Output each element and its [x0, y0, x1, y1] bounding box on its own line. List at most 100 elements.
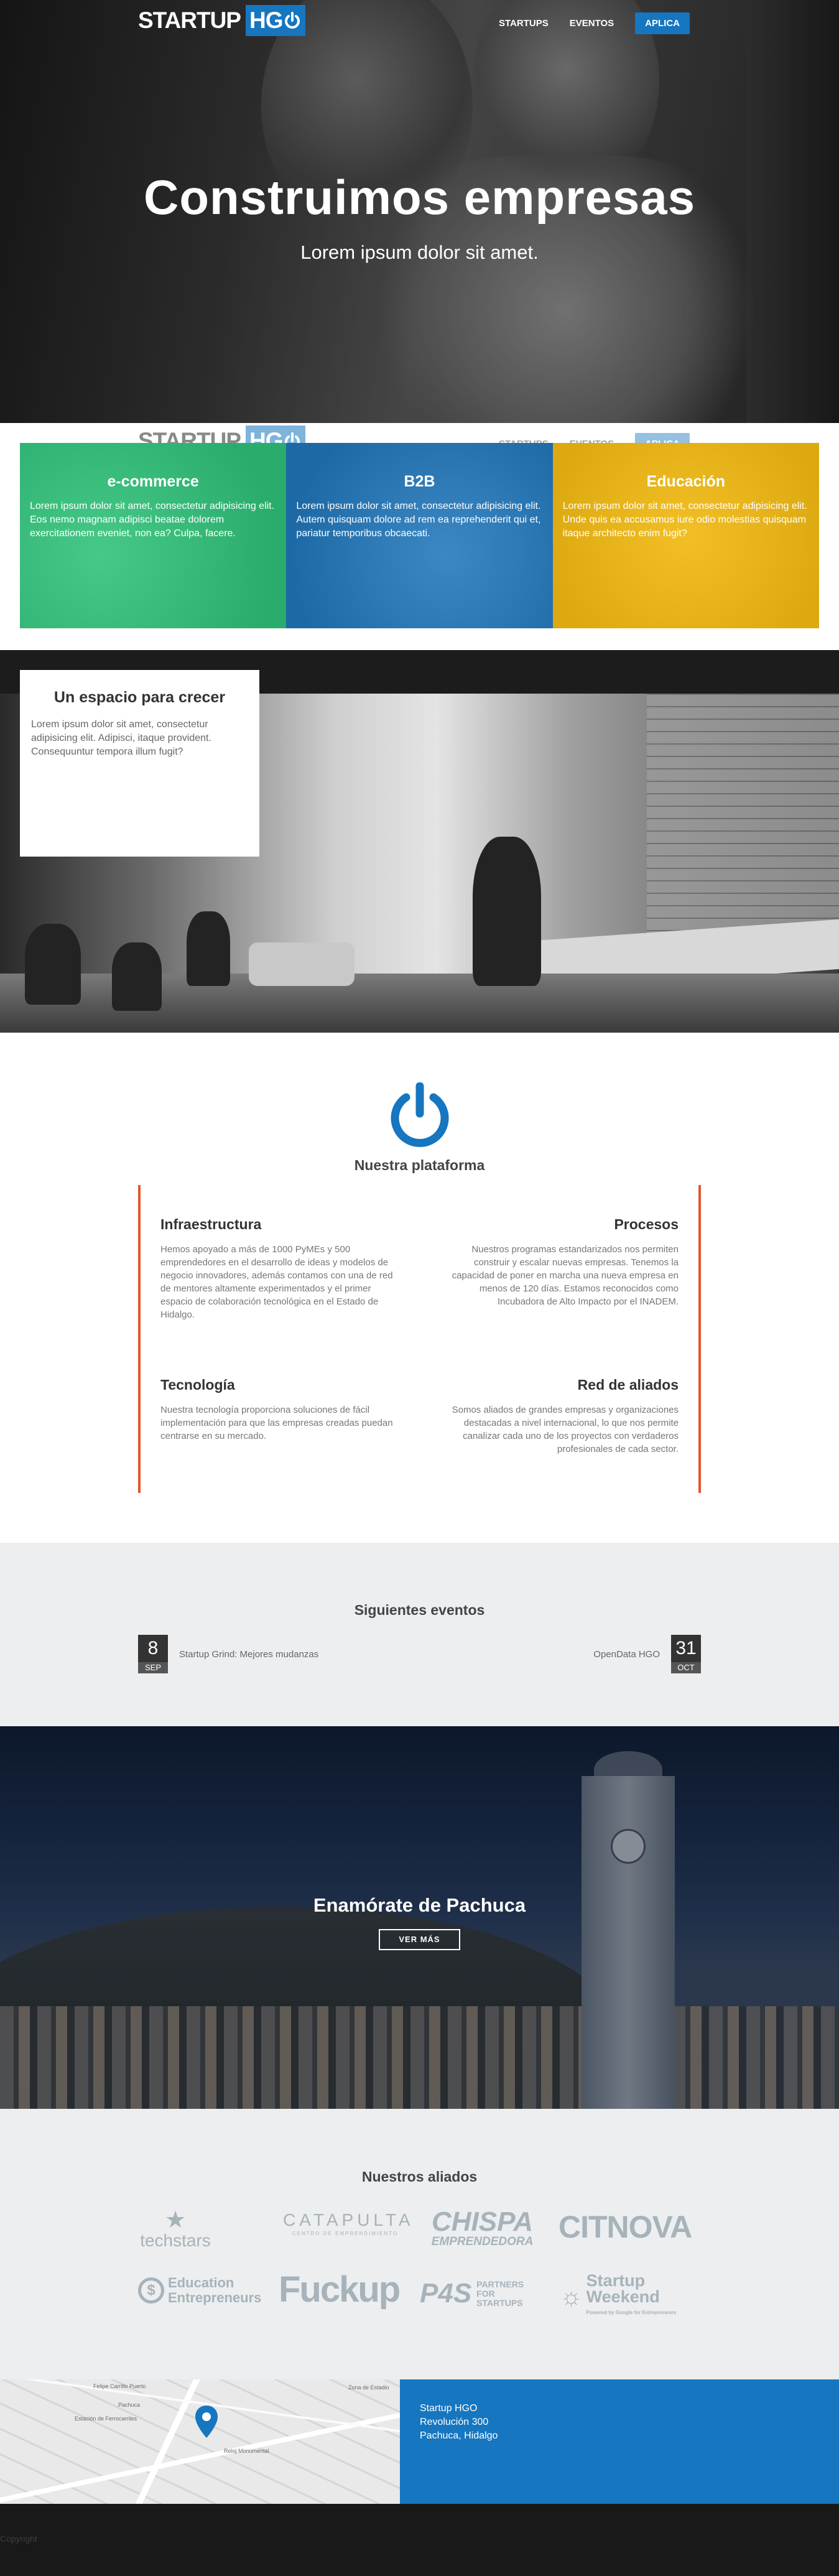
nav-link-startups[interactable]: STARTUPS	[499, 18, 549, 29]
feature-title: Procesos	[614, 1216, 679, 1232]
star-icon: ★	[164, 2207, 187, 2233]
partner-logo-subtext: PARTNERS FOR STARTUPS	[476, 2279, 524, 2308]
event-name: Startup Grind: Mejores mudanzas	[179, 1648, 319, 1660]
category-title: e-commerce	[107, 473, 199, 490]
logo-word-startup: STARTUP	[138, 7, 241, 33]
partner-logo-line: FOR	[476, 2288, 495, 2299]
category-title: B2B	[404, 473, 435, 490]
contact-panel: Startup HGO Revolución 300 Pachuca, Hida…	[400, 2379, 839, 2504]
map-label: Zona de Estadio	[348, 2384, 389, 2391]
event-day: 31	[675, 1638, 697, 1658]
map-label: Felipe Carrillo Puerto	[93, 2383, 146, 2389]
platform-features-box: Infraestructura Hemos apoyado a más de 1…	[138, 1185, 701, 1493]
feature-text: Nuestros programas estandarizados nos pe…	[452, 1244, 679, 1307]
partner-logo-text: CATAPULTA	[283, 2210, 414, 2230]
location-section: Estación de Ferrocarriles Pachuca Reloj …	[0, 2379, 839, 2504]
feature-red-de-aliados: Red de aliados Somos aliados de grandes …	[442, 1377, 679, 1456]
nav-links: STARTUPS EVENTOS APLICA	[478, 12, 690, 34]
partner-logo-fuckup[interactable]: Fuckup	[279, 2272, 401, 2308]
category-title: Educación	[646, 473, 726, 490]
space-text: Lorem ipsum dolor sit amet, consectetur …	[31, 719, 211, 757]
partner-logo-text: Fuckup	[279, 2269, 401, 2310]
event-item[interactable]: OpenData HGO 31 OCT	[593, 1635, 701, 1673]
space-title: Un espacio para crecer	[53, 689, 226, 706]
feature-tecnologia: Tecnología Nuestra tecnología proporcion…	[160, 1377, 397, 1443]
site-logo[interactable]: STARTUP HG	[138, 5, 306, 36]
partner-logo-text: techstars	[140, 2231, 211, 2250]
platform-section: Nuestra plataforma Infraestructura Hemos…	[0, 1033, 839, 1543]
feature-title: Tecnología	[160, 1377, 235, 1393]
event-date-badge: 31 OCT	[671, 1635, 701, 1673]
partner-logo-line: Entrepreneurs	[168, 2290, 262, 2305]
partner-logo-text: Startup Weekend Powered by Google for Entr…	[586, 2272, 676, 2321]
pachuca-overlay	[0, 1726, 839, 2109]
event-date-badge: 8 SEP	[138, 1635, 168, 1673]
feature-text: Nuestra tecnología proporciona solucione…	[160, 1405, 393, 1441]
category-card-ecommerce[interactable]: e-commerce Lorem ipsum dolor sit amet, c…	[20, 443, 287, 628]
partner-logo-line: PARTNERS	[476, 2279, 524, 2289]
category-text: Lorem ipsum dolor sit amet, consectetur …	[296, 501, 541, 539]
partner-logo-subtext: CENTRO DE EMPRENDIMIENTO	[292, 2231, 399, 2236]
lightbulb-icon: ☼	[560, 2283, 583, 2310]
partner-logo-line: Education	[168, 2275, 234, 2290]
event-day: 8	[147, 1638, 159, 1658]
pachuca-section: Enamórate de Pachuca VER MÁS	[0, 1726, 839, 2109]
space-photo-person	[473, 837, 541, 986]
map-label: Pachuca	[118, 2402, 141, 2408]
coworking-space-section: Un espacio para crecer Lorem ipsum dolor…	[0, 650, 839, 1033]
feature-procesos: Procesos Nuestros programas estandarizad…	[442, 1216, 679, 1308]
education-icon: $	[138, 2277, 164, 2304]
feature-title: Infraestructura	[160, 1216, 262, 1232]
partners-title: Nuestros aliados	[361, 2169, 478, 2185]
ver-mas-button[interactable]: VER MÁS	[379, 1929, 460, 1950]
contact-name: Startup HGO	[420, 2403, 478, 2414]
partner-logo-techstars[interactable]: ★ techstars	[138, 2208, 213, 2258]
nav-link-eventos[interactable]: EVENTOS	[570, 18, 614, 29]
categories-section: e-commerce Lorem ipsum dolor sit amet, c…	[20, 443, 819, 628]
copyright-text: Copyright	[0, 2534, 37, 2544]
contact-city: Pachuca, Hidalgo	[420, 2430, 498, 2441]
platform-title: Nuestra plataforma	[354, 1157, 485, 1173]
feature-title: Red de aliados	[577, 1377, 679, 1393]
events-section: Siguientes eventos 8 SEP Startup Grind: …	[0, 1543, 839, 1726]
hero-title: Construimos empresas	[144, 170, 695, 225]
feature-text: Somos aliados de grandes empresas y orga…	[452, 1405, 679, 1454]
partner-logo-p4s[interactable]: P4S PARTNERS FOR STARTUPS	[420, 2272, 544, 2315]
contact-street: Revolución 300	[420, 2417, 489, 2427]
partner-logo-subtext: Powered by Google for Entrepreneurs	[586, 2310, 677, 2315]
hero-section: STARTUP HG STARTUPS EVENTOS APLICA Const…	[0, 0, 839, 423]
partner-logo-text: CITNOVA	[559, 2210, 692, 2244]
logo-word-hgo: HG	[245, 5, 306, 36]
space-card: Un espacio para crecer Lorem ipsum dolor…	[20, 670, 259, 857]
space-photo-brick-wall	[647, 694, 839, 955]
event-item[interactable]: 8 SEP Startup Grind: Mejores mudanzas	[138, 1635, 318, 1673]
map-pin-icon[interactable]	[194, 2404, 219, 2439]
partner-logo-text: Education Entrepreneurs	[168, 2276, 261, 2305]
event-name: OpenData HGO	[593, 1648, 660, 1660]
footer: Copyright	[0, 2504, 839, 2576]
map-label: Reloj Monumental	[224, 2448, 269, 2454]
top-navbar: STARTUP HG STARTUPS EVENTOS APLICA	[0, 0, 839, 40]
map-label: Estación de Ferrocarriles	[75, 2416, 137, 2422]
space-photo-person	[112, 942, 162, 1011]
category-card-educacion[interactable]: Educación Lorem ipsum dolor sit amet, co…	[552, 443, 819, 628]
space-photo-person	[187, 911, 230, 986]
partner-logo-chispa[interactable]: CHISPA EMPRENDEDORA	[422, 2208, 543, 2248]
partner-logo-catapulta[interactable]: CATAPULTA CENTRO DE EMPRENDIMIENTO	[283, 2210, 414, 2236]
partner-logo-education-entrepreneurs[interactable]: $ Education Entrepreneurs	[138, 2272, 269, 2309]
events-title: Siguientes eventos	[354, 1602, 485, 1618]
partners-section: Nuestros aliados ★ techstars CATAPULTA C…	[0, 2109, 839, 2379]
apply-button[interactable]: APLICA	[635, 12, 690, 34]
partner-logo-text: CHISPA	[432, 2206, 533, 2237]
partner-logo-startup-weekend[interactable]: ☼ Startup Weekend Powered by Google for En…	[560, 2272, 678, 2322]
pachuca-title: Enamórate de Pachuca	[313, 1894, 526, 1916]
feature-infraestructura: Infraestructura Hemos apoyado a más de 1…	[160, 1216, 397, 1321]
partner-logo-text: P4S	[420, 2278, 472, 2309]
hero-subtitle: Lorem ipsum dolor sit amet.	[300, 241, 539, 263]
space-photo-person	[25, 924, 81, 1005]
feature-text: Hemos apoyado a más de 1000 PyMEs y 500 …	[160, 1244, 393, 1320]
category-card-b2b[interactable]: B2B Lorem ipsum dolor sit amet, consecte…	[286, 443, 553, 628]
partner-logo-citnova[interactable]: CITNOVA	[559, 2210, 692, 2244]
partner-logo-subtext: EMPRENDEDORA	[431, 2235, 534, 2248]
location-map[interactable]: Estación de Ferrocarriles Pachuca Reloj …	[0, 2379, 400, 2504]
